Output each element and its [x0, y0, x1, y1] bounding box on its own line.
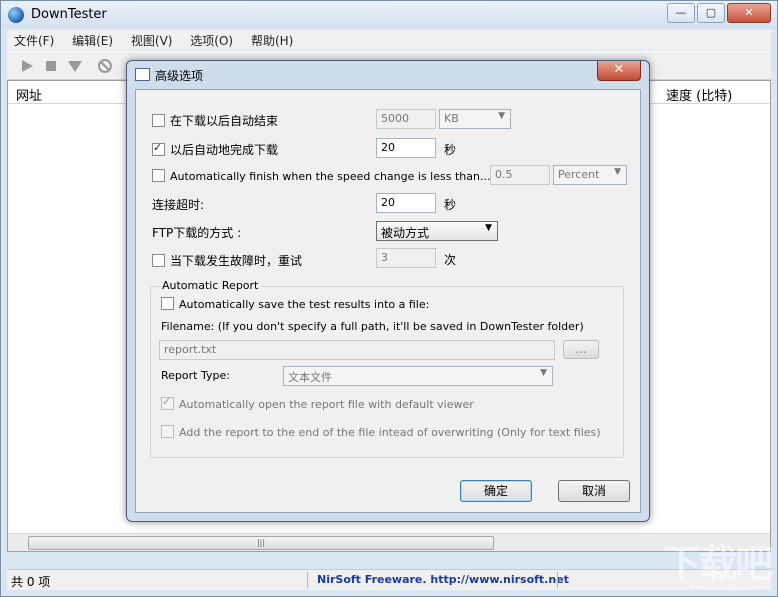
status-bar: 共 0 项 NirSoft Freeware. http://www.nirso…: [7, 569, 771, 590]
retry-checkbox[interactable]: [152, 254, 165, 267]
column-speed[interactable]: 速度 (比特): [666, 85, 732, 104]
menu-help[interactable]: 帮助(H): [244, 30, 300, 51]
speed-change-label: Automatically finish when the speed chan…: [170, 170, 491, 183]
append-report-option[interactable]: Add the report to the end of the file in…: [161, 425, 601, 439]
save-results-checkbox[interactable]: [161, 297, 174, 310]
chevron-down-icon: ▼: [485, 223, 492, 233]
report-type-select[interactable]: 文本文件 ▼: [283, 366, 553, 386]
seconds-unit: 秒: [444, 143, 457, 157]
dialog-title: 高级选项: [155, 69, 204, 83]
nirsoft-link[interactable]: NirSoft Freeware. http://www.nirsoft.net: [317, 573, 569, 586]
scrollbar-thumb[interactable]: |||: [28, 536, 494, 550]
status-divider: [557, 572, 558, 588]
menu-bar: 文件(F) 编辑(E) 视图(V) 选项(O) 帮助(H): [7, 30, 771, 50]
auto-end-size-input[interactable]: 5000: [376, 109, 436, 129]
speed-change-input[interactable]: 0.5: [490, 165, 550, 185]
status-divider: [307, 572, 308, 588]
save-results-option[interactable]: Automatically save the test results into…: [161, 297, 429, 311]
window-icon: [135, 68, 150, 81]
group-title: Automatic Report: [159, 279, 262, 292]
timeout-unit: 秒: [444, 198, 457, 212]
menu-edit[interactable]: 编辑(E): [65, 30, 120, 51]
auto-end-label: 在下载以后自动结束: [170, 114, 279, 128]
retry-option[interactable]: 当下载发生故障时，重试: [152, 252, 302, 269]
chevron-down-icon: ▼: [540, 368, 547, 378]
speed-change-unit-select[interactable]: Percent ▼: [553, 165, 627, 185]
auto-end-unit-select[interactable]: KB ▼: [439, 109, 511, 129]
auto-complete-option[interactable]: 以后自动地完成下载: [152, 141, 278, 158]
ftp-mode-label: FTP下载的方式 :: [152, 226, 242, 240]
cancel-button[interactable]: 取消: [558, 480, 630, 502]
chevron-down-icon: ▼: [498, 111, 505, 121]
title-bar: DownTester — ▢ ✕: [1, 1, 777, 29]
filename-input[interactable]: report.txt: [159, 340, 555, 360]
retry-count-input[interactable]: 3: [376, 248, 436, 268]
filename-label: Filename: (If you don't specify a full p…: [161, 320, 584, 333]
ok-button[interactable]: 确定: [460, 480, 532, 502]
menu-file[interactable]: 文件(F): [7, 30, 61, 51]
auto-end-option[interactable]: 在下载以后自动结束: [152, 112, 278, 129]
open-report-option[interactable]: Automatically open the report file with …: [161, 395, 474, 411]
browse-button[interactable]: ...: [563, 340, 599, 359]
timeout-input[interactable]: 20: [376, 193, 436, 213]
auto-end-checkbox[interactable]: [152, 114, 165, 127]
auto-complete-seconds-input[interactable]: 20: [376, 138, 436, 158]
down-arrow-icon[interactable]: [67, 58, 83, 74]
advanced-options-dialog: 高级选项 ✕ 在下载以后自动结束 5000 KB▼ 以后自动地完成下载 20 秒…: [126, 60, 650, 522]
report-type-label: Report Type:: [161, 369, 230, 382]
cancel-icon[interactable]: [97, 58, 113, 74]
watermark-url: www.xiazaiba.com: [688, 583, 763, 592]
dialog-body: 在下载以后自动结束 5000 KB▼ 以后自动地完成下载 20 秒 Automa…: [135, 89, 641, 513]
minimize-button[interactable]: —: [667, 3, 695, 23]
dialog-close-button[interactable]: ✕: [597, 61, 641, 81]
globe-icon: [8, 7, 24, 23]
chevron-down-icon: ▼: [614, 167, 621, 177]
play-icon[interactable]: [19, 58, 35, 74]
close-button[interactable]: ✕: [727, 3, 771, 23]
speed-change-option[interactable]: Automatically finish when the speed chan…: [152, 169, 490, 183]
save-results-label: Automatically save the test results into…: [179, 298, 430, 311]
speed-change-checkbox[interactable]: [152, 169, 165, 182]
menu-view[interactable]: 视图(V): [124, 30, 180, 51]
open-report-label: Automatically open the report file with …: [179, 398, 474, 411]
append-report-checkbox[interactable]: [161, 425, 174, 438]
maximize-button[interactable]: ▢: [697, 3, 725, 23]
stop-icon[interactable]: [43, 58, 59, 74]
open-report-checkbox[interactable]: [161, 395, 174, 410]
auto-complete-label: 以后自动地完成下载: [170, 143, 279, 157]
append-report-label: Add the report to the end of the file in…: [179, 426, 601, 439]
window-title: DownTester: [31, 7, 107, 22]
column-url[interactable]: 网址: [16, 85, 42, 104]
menu-options[interactable]: 选项(O): [183, 30, 240, 51]
retry-unit: 次: [444, 253, 457, 267]
timeout-label: 连接超时:: [152, 198, 205, 212]
automatic-report-group: Automatic Report Automatically save the …: [150, 279, 624, 458]
auto-complete-checkbox[interactable]: [152, 141, 165, 156]
ftp-mode-select[interactable]: 被动方式 ▼: [376, 221, 498, 241]
item-count: 共 0 项: [11, 575, 51, 589]
watermark-logo: 下载吧: [662, 542, 773, 586]
horizontal-scrollbar[interactable]: |||: [8, 533, 770, 551]
retry-label: 当下载发生故障时，重试: [170, 254, 303, 268]
